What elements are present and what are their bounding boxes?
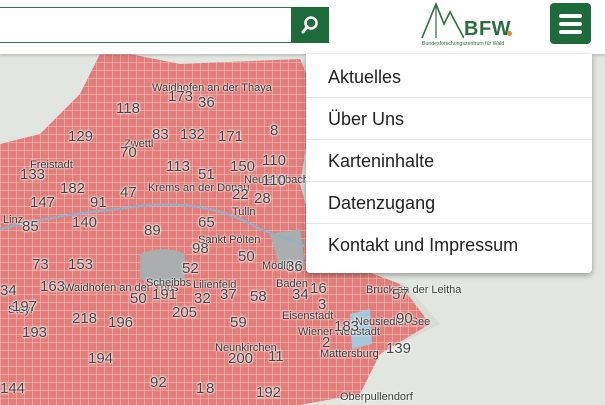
menu-item-karteninhalte[interactable]: Karteninhalte (306, 140, 592, 182)
search-input[interactable] (0, 7, 291, 43)
grid-number: 92 (150, 374, 167, 391)
menu-item-ueber-uns[interactable]: Über Uns (306, 98, 592, 140)
bfw-logo[interactable]: BFW Bundesforschungszentrum für Wald (420, 2, 520, 50)
grid-number: 1 (196, 380, 205, 397)
grid-number: 52 (182, 260, 199, 277)
grid-number: 3 (318, 296, 327, 313)
grid-number: 59 (230, 314, 247, 331)
grid-number: 83 (152, 126, 169, 143)
place-label: Bruck an der Leitha (366, 284, 462, 296)
grid-number: 34 (292, 286, 309, 303)
navigation-dropdown: Aktuelles Über Uns Karteninhalte Datenzu… (306, 54, 592, 273)
menu-item-kontakt[interactable]: Kontakt und Impressum (306, 224, 592, 266)
grid-number: 36 (198, 94, 215, 111)
grid-number: 50 (238, 248, 255, 265)
grid-number: 140 (72, 214, 98, 231)
grid-number: 11 (268, 348, 284, 365)
grid-number: 118 (116, 100, 140, 117)
grid-number: 147 (30, 194, 56, 211)
grid-number: 132 (180, 126, 206, 143)
grid-number: 98 (192, 240, 209, 257)
grid-number: 150 (230, 158, 256, 175)
grid-number: 110 (262, 172, 286, 189)
grid-number: 8 (206, 380, 215, 397)
place-label: Linz (3, 214, 24, 226)
place-label: Tulln (232, 206, 256, 218)
grid-number: 171 (218, 128, 244, 145)
grid-number: 65 (198, 214, 215, 231)
grid-number: 129 (68, 128, 94, 145)
grid-number: 197 (12, 298, 38, 315)
grid-number: 58 (250, 288, 267, 305)
grid-number: 36 (286, 258, 303, 275)
grid-number: 91 (90, 194, 107, 211)
grid-number: 51 (198, 166, 215, 183)
top-header: BFW Bundesforschungszentrum für Wald (0, 0, 605, 54)
menu-icon-bar (559, 14, 582, 18)
grid-number: 16 (310, 280, 327, 297)
grid-number: 57 (392, 286, 409, 303)
grid-number: 22 (232, 186, 249, 203)
menu-item-datenzugang[interactable]: Datenzugang (306, 182, 592, 224)
place-label: Neusiedler See (355, 316, 431, 328)
grid-number: 183 (334, 318, 360, 335)
grid-number: 37 (220, 286, 237, 303)
grid-number: 113 (166, 158, 190, 175)
grid-number: 2 (322, 334, 331, 351)
grid-number: 193 (22, 324, 48, 341)
menu-button[interactable] (550, 3, 591, 44)
grid-number: 218 (72, 310, 98, 327)
grid-number: 89 (144, 222, 161, 239)
grid-number: 34 (0, 282, 17, 299)
menu-icon-bar (559, 22, 582, 26)
grid-number: 163 (40, 278, 66, 295)
grid-number: 153 (68, 256, 94, 273)
grid-number: 50 (130, 290, 147, 307)
grid-number: 192 (256, 384, 282, 401)
logo-subtitle: Bundesforschungszentrum für Wald (422, 41, 505, 47)
menu-icon-bar (559, 30, 582, 34)
grid-number: 110 (262, 152, 286, 169)
grid-number: 194 (88, 350, 114, 367)
grid-number: 73 (32, 256, 49, 273)
grid-number: 182 (60, 180, 86, 197)
logo-dot (507, 31, 512, 36)
grid-number: 139 (386, 340, 412, 357)
search-icon (301, 16, 318, 34)
menu-item-aktuelles[interactable]: Aktuelles (306, 56, 592, 98)
grid-number: 133 (20, 166, 46, 183)
grid-number: 173 (168, 88, 194, 105)
grid-number: 28 (254, 190, 271, 207)
grid-number: 144 (0, 380, 26, 397)
grid-number: 85 (22, 218, 39, 235)
grid-number: 200 (228, 350, 254, 367)
grid-number: 191 (152, 286, 178, 303)
grid-number: 90 (396, 310, 413, 327)
place-label: Oberpullendorf (340, 391, 413, 403)
grid-number: 70 (120, 144, 137, 161)
grid-number: 47 (120, 184, 137, 201)
logo-name: BFW (464, 18, 512, 40)
grid-number: 8 (270, 122, 279, 139)
search-button[interactable] (291, 7, 329, 43)
grid-number: 196 (108, 314, 134, 331)
tree-logo-icon (421, 2, 464, 39)
grid-number: 205 (172, 304, 198, 321)
